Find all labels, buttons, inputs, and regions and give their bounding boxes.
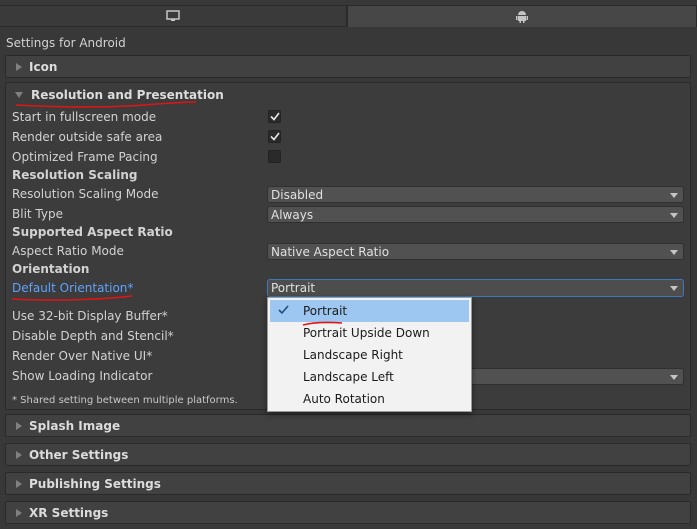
chevron-down-icon (670, 375, 678, 380)
start-fullscreen-label: Start in fullscreen mode (12, 110, 157, 124)
dropdown-value: Portrait (271, 281, 316, 295)
render-outside-safe-label: Render outside safe area (12, 130, 163, 144)
dropdown-value: Native Aspect Ratio (271, 244, 390, 259)
render-outside-safe-checkbox[interactable] (268, 130, 281, 143)
dropdown-value: Always (271, 207, 314, 222)
resolution-scaling-mode-label: Resolution Scaling Mode (12, 187, 159, 201)
option-portrait[interactable]: Portrait (270, 300, 469, 322)
resolution-scaling-header: Resolution Scaling (12, 168, 138, 182)
use-32bit-label: Use 32-bit Display Buffer* (12, 309, 168, 323)
foldout-xr-settings[interactable]: XR Settings (5, 501, 691, 524)
option-auto-rotation[interactable]: Auto Rotation (270, 388, 469, 410)
foldout-arrow-icon (16, 479, 22, 488)
render-over-native-label: Render Over Native UI* (12, 349, 153, 363)
foldout-title: Splash Image (29, 418, 121, 433)
tab-standalone[interactable] (0, 5, 347, 27)
optimized-pacing-checkbox[interactable] (268, 150, 281, 163)
foldout-arrow-icon (16, 508, 22, 517)
aspect-ratio-mode-dropdown[interactable]: Native Aspect Ratio (267, 243, 684, 260)
default-orientation-dropdown[interactable]: Portrait (267, 279, 684, 297)
default-orientation-label: Default Orientation* (12, 281, 134, 295)
chevron-down-icon (670, 250, 678, 255)
option-label: Landscape Right (303, 348, 403, 362)
foldout-arrow-icon (16, 450, 22, 459)
option-portrait-upside-down[interactable]: Portrait Upside Down (270, 322, 469, 344)
chevron-down-icon (670, 286, 678, 291)
foldout-splash-image[interactable]: Splash Image (5, 414, 691, 437)
section-title: Resolution and Presentation (31, 88, 224, 102)
foldout-arrow-icon (16, 421, 22, 430)
foldout-expanded-arrow-icon (15, 92, 23, 98)
show-loading-label: Show Loading Indicator (12, 369, 153, 383)
foldout-title: Publishing Settings (29, 476, 161, 491)
option-landscape-left[interactable]: Landscape Left (270, 366, 469, 388)
disable-depth-label: Disable Depth and Stencil* (12, 329, 174, 343)
optimized-pacing-label: Optimized Frame Pacing (12, 150, 158, 164)
shared-setting-note: * Shared setting between multiple platfo… (12, 395, 238, 406)
chevron-down-icon (670, 193, 678, 198)
blit-type-label: Blit Type (12, 207, 63, 221)
foldout-title: Other Settings (29, 447, 129, 462)
orientation-header: Orientation (12, 262, 90, 276)
android-icon (516, 11, 528, 23)
blit-type-dropdown[interactable]: Always (267, 206, 684, 223)
platform-tabs (0, 0, 697, 28)
option-label: Auto Rotation (303, 392, 385, 406)
platform-settings-title: Settings for Android (6, 36, 126, 50)
option-landscape-right[interactable]: Landscape Right (270, 344, 469, 366)
foldout-publishing-settings[interactable]: Publishing Settings (5, 472, 691, 495)
option-label: Landscape Left (303, 370, 394, 384)
checkmark-icon (278, 305, 289, 315)
resolution-scaling-mode-dropdown[interactable]: Disabled (267, 186, 684, 203)
foldout-arrow-icon (16, 62, 22, 71)
chevron-down-icon (670, 213, 678, 218)
orientation-options-popup: Portrait Portrait Upside Down Landscape … (267, 297, 472, 412)
foldout-title: Icon (29, 59, 58, 74)
foldout-icon[interactable]: Icon (5, 55, 691, 78)
option-label: Portrait (303, 304, 348, 318)
checkmark-icon (269, 112, 280, 121)
foldout-resolution-presentation[interactable]: Resolution and Presentation (12, 88, 224, 102)
checkmark-icon (269, 132, 280, 141)
tab-android[interactable] (347, 5, 697, 27)
option-label: Portrait Upside Down (303, 326, 430, 340)
foldout-other-settings[interactable]: Other Settings (5, 443, 691, 466)
monitor-icon (166, 10, 180, 21)
start-fullscreen-checkbox[interactable] (268, 110, 281, 123)
foldout-title: XR Settings (29, 505, 109, 520)
aspect-ratio-mode-label: Aspect Ratio Mode (12, 244, 124, 258)
supported-aspect-header: Supported Aspect Ratio (12, 225, 173, 239)
dropdown-value: Disabled (271, 187, 324, 202)
